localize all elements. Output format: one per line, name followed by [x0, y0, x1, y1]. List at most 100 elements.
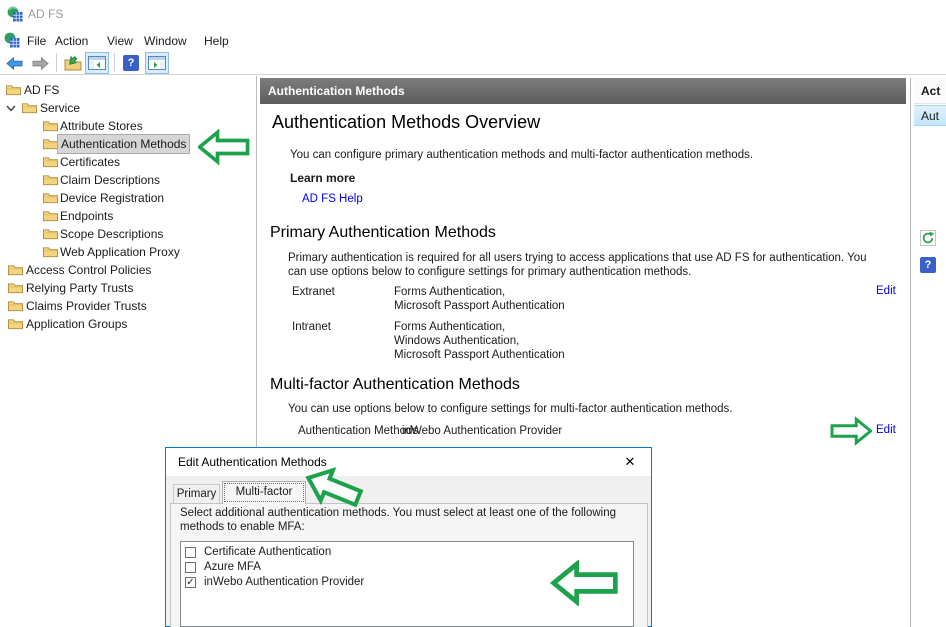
folder-icon — [43, 174, 58, 186]
actions-pane: Act Aut ? — [914, 78, 946, 627]
extranet-label: Extranet — [292, 285, 335, 299]
primary-section-title: Primary Authentication Methods — [270, 224, 496, 242]
menu-window[interactable]: Window — [140, 32, 191, 50]
adfs-console-window: AD FS File Action View Window Help — [0, 0, 946, 627]
folder-icon — [43, 246, 58, 258]
help-icon: ? — [920, 257, 936, 273]
tree-item-label: Attribute Stores — [60, 117, 143, 135]
mfa-row-value: inWebo Authentication Provider — [402, 424, 562, 438]
option-label: Azure MFA — [204, 560, 261, 575]
checkbox-unchecked[interactable] — [185, 562, 196, 573]
tree-item-label: Device Registration — [60, 189, 164, 207]
tab-primary[interactable]: Primary — [173, 484, 220, 503]
tree-item-attribute-stores[interactable]: Attribute Stores — [0, 117, 250, 135]
primary-section-description: Primary authentication is required for a… — [288, 251, 882, 279]
tree-item-scope-descriptions[interactable]: Scope Descriptions — [0, 225, 250, 243]
menu-file[interactable]: File — [23, 32, 50, 50]
tree-item-relying-party-trusts[interactable]: Relying Party Trusts — [0, 279, 250, 297]
forward-button[interactable] — [28, 52, 52, 74]
overview-title: Authentication Methods Overview — [272, 112, 540, 133]
close-icon[interactable]: ✕ — [621, 453, 639, 471]
edit-authentication-methods-dialog: Edit Authentication Methods ✕ Primary Mu… — [165, 447, 652, 627]
extranet-method-2: Microsoft Passport Authentication — [394, 299, 565, 313]
folder-icon — [43, 120, 58, 132]
tree-item-label: AD FS — [24, 81, 59, 99]
mfa-section-title: Multi-factor Authentication Methods — [270, 376, 520, 394]
folder-icon — [43, 228, 58, 240]
tree-item-label: Scope Descriptions — [60, 225, 163, 243]
action-pane-icon — [148, 56, 166, 70]
results-pane-header: Authentication Methods — [260, 78, 906, 104]
mfa-methods-listbox[interactable]: Certificate Authentication Azure MFA ✓ i… — [180, 541, 634, 627]
export-folder-button[interactable] — [61, 52, 85, 74]
back-button[interactable] — [2, 52, 26, 74]
window-title: AD FS — [28, 7, 63, 21]
folder-icon — [43, 138, 58, 150]
adfs-app-icon-small — [4, 32, 20, 48]
tab-multi-factor[interactable]: Multi-factor — [222, 481, 306, 504]
mfa-row-label: Authentication Methods — [298, 424, 418, 438]
mfa-edit-link[interactable]: Edit — [876, 424, 896, 436]
action-pane-toggle-button[interactable] — [145, 52, 169, 74]
tree-item-certificates[interactable]: Certificates — [0, 153, 250, 171]
menu-view[interactable]: View — [103, 32, 137, 50]
tree-item-adfs-root[interactable]: AD FS — [0, 81, 250, 99]
menu-bar: File Action View Window Help — [0, 28, 946, 52]
tree-item-service[interactable]: Service — [0, 99, 250, 117]
console-tree-icon — [88, 56, 106, 70]
folder-icon — [8, 264, 23, 276]
option-label: Certificate Authentication — [204, 545, 331, 560]
mfa-section-description: You can use options below to configure s… — [288, 402, 882, 416]
help-icon: ? — [123, 55, 139, 71]
tree-item-claims-provider-trusts[interactable]: Claims Provider Trusts — [0, 297, 250, 315]
toolbar: ? — [0, 52, 946, 75]
tree-item-label: Endpoints — [60, 207, 113, 225]
refresh-icon — [921, 231, 935, 245]
folder-icon — [22, 102, 37, 114]
adfs-app-icon — [7, 6, 23, 22]
tree-item-label: Claim Descriptions — [60, 171, 160, 189]
tree-item-label: Relying Party Trusts — [26, 279, 133, 297]
tree-item-application-groups[interactable]: Application Groups — [0, 315, 250, 333]
back-arrow-icon — [5, 56, 24, 71]
intranet-method-3: Microsoft Passport Authentication — [394, 348, 565, 362]
tree-item-access-control-policies[interactable]: Access Control Policies — [0, 261, 250, 279]
chevron-down-icon[interactable] — [6, 105, 16, 112]
checkbox-checked[interactable]: ✓ — [185, 577, 196, 588]
tree-item-endpoints[interactable]: Endpoints — [0, 207, 250, 225]
intranet-method-2: Windows Authentication, — [394, 334, 519, 348]
folder-icon — [8, 282, 23, 294]
menu-action[interactable]: Action — [51, 32, 92, 50]
help-button[interactable]: ? — [119, 52, 143, 74]
pane-splitter[interactable] — [910, 78, 911, 627]
actions-selected-item[interactable]: Aut — [914, 105, 946, 126]
folder-icon — [43, 210, 58, 222]
refresh-button[interactable] — [920, 230, 936, 246]
tree-item-authentication-methods[interactable]: Authentication Methods — [0, 135, 250, 153]
folder-icon — [43, 156, 58, 168]
tree-item-claim-descriptions[interactable]: Claim Descriptions — [0, 171, 250, 189]
folder-icon — [43, 192, 58, 204]
primary-edit-link[interactable]: Edit — [876, 285, 896, 297]
folder-icon — [8, 300, 23, 312]
tree-item-device-registration[interactable]: Device Registration — [0, 189, 250, 207]
dialog-instruction: Select additional authentication methods… — [180, 506, 638, 534]
folder-arrow-icon — [64, 56, 82, 71]
console-tree-toggle-button[interactable] — [85, 52, 109, 74]
folder-icon — [8, 318, 23, 330]
tree-item-web-application-proxy[interactable]: Web Application Proxy — [0, 243, 250, 261]
tree-item-label: Application Groups — [26, 315, 127, 333]
intranet-method-1: Forms Authentication, — [394, 320, 505, 334]
tree-item-label: Access Control Policies — [26, 261, 151, 279]
overview-text: You can configure primary authentication… — [290, 148, 890, 162]
menu-help[interactable]: Help — [200, 32, 233, 50]
intranet-label: Intranet — [292, 320, 331, 334]
dialog-title-bar[interactable]: Edit Authentication Methods ✕ — [166, 448, 651, 476]
actions-help-button[interactable]: ? — [920, 257, 936, 273]
checkbox-unchecked[interactable] — [185, 547, 196, 558]
learn-more-label: Learn more — [290, 171, 355, 185]
tree-item-label: Claims Provider Trusts — [26, 297, 147, 315]
tree-item-label: Service — [40, 99, 80, 117]
tree-item-label: Certificates — [60, 153, 120, 171]
adfs-help-link[interactable]: AD FS Help — [302, 193, 363, 205]
